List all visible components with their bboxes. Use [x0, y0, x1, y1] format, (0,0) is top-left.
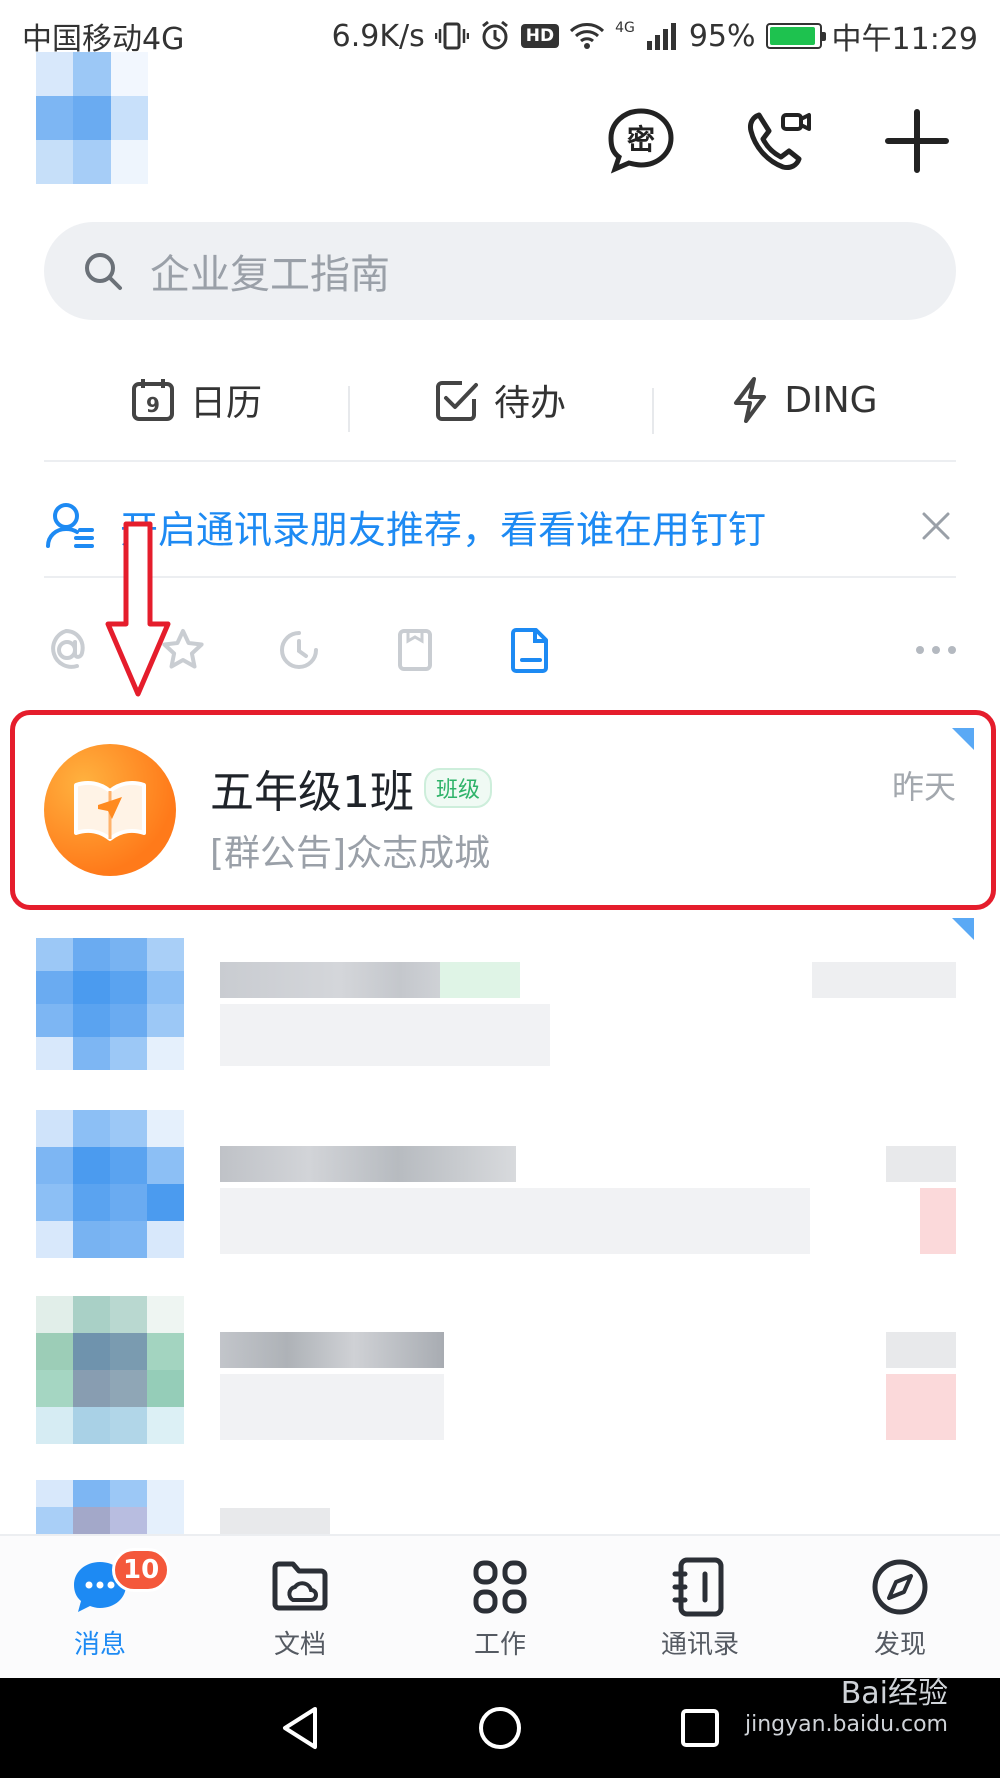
filter-inbox[interactable]	[392, 608, 508, 692]
more-filters-button[interactable]	[886, 646, 956, 654]
chat-filter-bar	[44, 608, 956, 692]
vibrate-icon	[434, 22, 469, 50]
status-icons: 6.9K/s HD 4G 95% 中午11:29	[332, 14, 978, 58]
at-icon	[51, 628, 85, 669]
battery-icon	[765, 23, 826, 49]
blurred-chat-avatar	[36, 938, 184, 1070]
blurred-chat-text	[220, 1146, 516, 1182]
filter-recent[interactable]	[276, 608, 392, 692]
calendar-day: 9	[146, 393, 160, 417]
ding-label: DING	[784, 379, 878, 421]
recents-icon[interactable]	[675, 1703, 725, 1753]
hd-badge: HD	[520, 24, 560, 48]
divider	[44, 576, 956, 578]
more-dot	[916, 646, 924, 654]
blurred-chat-badge	[920, 1188, 956, 1254]
clock: 中午11:29	[831, 22, 978, 57]
work-icon	[473, 1560, 527, 1614]
blurred-chat-time	[886, 1332, 956, 1368]
todo-label: 待办	[493, 383, 566, 424]
banner-close-button[interactable]	[916, 506, 956, 546]
contacts-icon	[672, 1557, 724, 1617]
tab-label: 工作	[473, 1630, 526, 1660]
battery-percent: 95%	[688, 18, 756, 54]
watermark: Bai经验 jingyan.baidu.com	[745, 1668, 948, 1737]
divider	[44, 460, 956, 462]
friend-recommend-banner[interactable]: 开启通讯录朋友推荐，看看谁在用钉钉	[44, 478, 956, 574]
blurred-chat-text	[220, 1374, 444, 1440]
network-type: 4G	[615, 20, 635, 36]
tab-contacts[interactable]: 通讯录	[600, 1536, 800, 1678]
more-dot	[932, 646, 940, 654]
docs-icon	[272, 1561, 328, 1611]
discover-icon	[872, 1559, 928, 1615]
todo-icon	[435, 381, 478, 421]
secret-chat-icon: 密	[608, 108, 674, 174]
add-button[interactable]	[872, 96, 962, 186]
back-icon[interactable]	[275, 1703, 325, 1753]
header-actions: 密	[596, 96, 962, 186]
alarm-icon	[481, 20, 508, 50]
banner-text: 开启通讯录朋友推荐，看看谁在用钉钉	[120, 507, 767, 552]
secret-chat-button[interactable]: 密	[596, 96, 686, 186]
search-icon	[85, 253, 122, 290]
quick-actions: 9 日历 待办 DING	[44, 360, 956, 440]
add-icon	[885, 109, 949, 173]
blurred-chat-text	[220, 1004, 550, 1066]
blurred-chat-time	[812, 962, 956, 998]
search-placeholder: 企业复工指南	[150, 252, 390, 298]
net-speed: 6.9K/s	[331, 18, 425, 54]
filter-documents[interactable]	[508, 608, 624, 692]
tab-label: 通讯录	[660, 1630, 739, 1660]
document-icon	[511, 628, 548, 673]
calendar-icon: 9	[131, 379, 174, 421]
contact-recommend-icon	[46, 503, 94, 548]
blurred-chat-text	[440, 962, 520, 998]
more-dot	[948, 646, 956, 654]
blurred-chat-text	[220, 1332, 444, 1368]
inbox-icon	[398, 629, 432, 671]
unread-badge: 10	[112, 1548, 171, 1592]
blurred-chat-avatar	[36, 1480, 184, 1534]
user-avatar[interactable]	[36, 52, 148, 184]
bottom-tab-bar: 10 消息 文档 工作 通讯录 发现	[0, 1534, 1000, 1678]
tab-docs[interactable]: 文档	[200, 1536, 400, 1678]
tab-discover[interactable]: 发现	[800, 1536, 1000, 1678]
watermark-brand: Bai经验	[840, 1676, 948, 1711]
video-call-button[interactable]	[734, 96, 824, 186]
video-call-icon	[748, 112, 811, 170]
calendar-label: 日历	[189, 383, 262, 424]
search-bar[interactable]: 企业复工指南	[44, 222, 956, 320]
blurred-chat-badge	[886, 1374, 956, 1440]
wifi-icon	[570, 23, 605, 49]
tab-messages[interactable]: 10 消息	[0, 1536, 200, 1678]
tab-work[interactable]: 工作	[400, 1536, 600, 1678]
todo-button[interactable]: 待办	[348, 374, 652, 432]
status-bar: 中国移动4G 6.9K/s HD 4G 95% 中午11:29	[0, 0, 1000, 72]
calendar-button[interactable]: 9 日历	[44, 374, 348, 426]
filter-starred[interactable]	[160, 608, 276, 692]
blurred-chat-time	[886, 1146, 956, 1182]
annotation-arrow	[105, 521, 171, 697]
tab-label: 文档	[273, 1630, 326, 1660]
blurred-chat-text	[220, 1508, 330, 1534]
annotation-highlight	[10, 710, 996, 910]
close-icon	[922, 512, 950, 540]
watermark-url: jingyan.baidu.com	[744, 1712, 948, 1737]
tab-label: 发现	[873, 1630, 926, 1660]
blurred-chat-avatar	[36, 1296, 184, 1444]
clock-icon	[280, 631, 318, 669]
tab-label: 消息	[73, 1630, 126, 1660]
secret-chat-glyph: 密	[627, 123, 655, 156]
ding-button[interactable]: DING	[652, 376, 956, 434]
home-icon[interactable]	[475, 1703, 525, 1753]
blurred-chat-avatar	[36, 1110, 184, 1258]
lightning-icon	[734, 377, 767, 423]
blurred-chat-text	[220, 1188, 810, 1254]
signal-icon	[646, 23, 676, 50]
